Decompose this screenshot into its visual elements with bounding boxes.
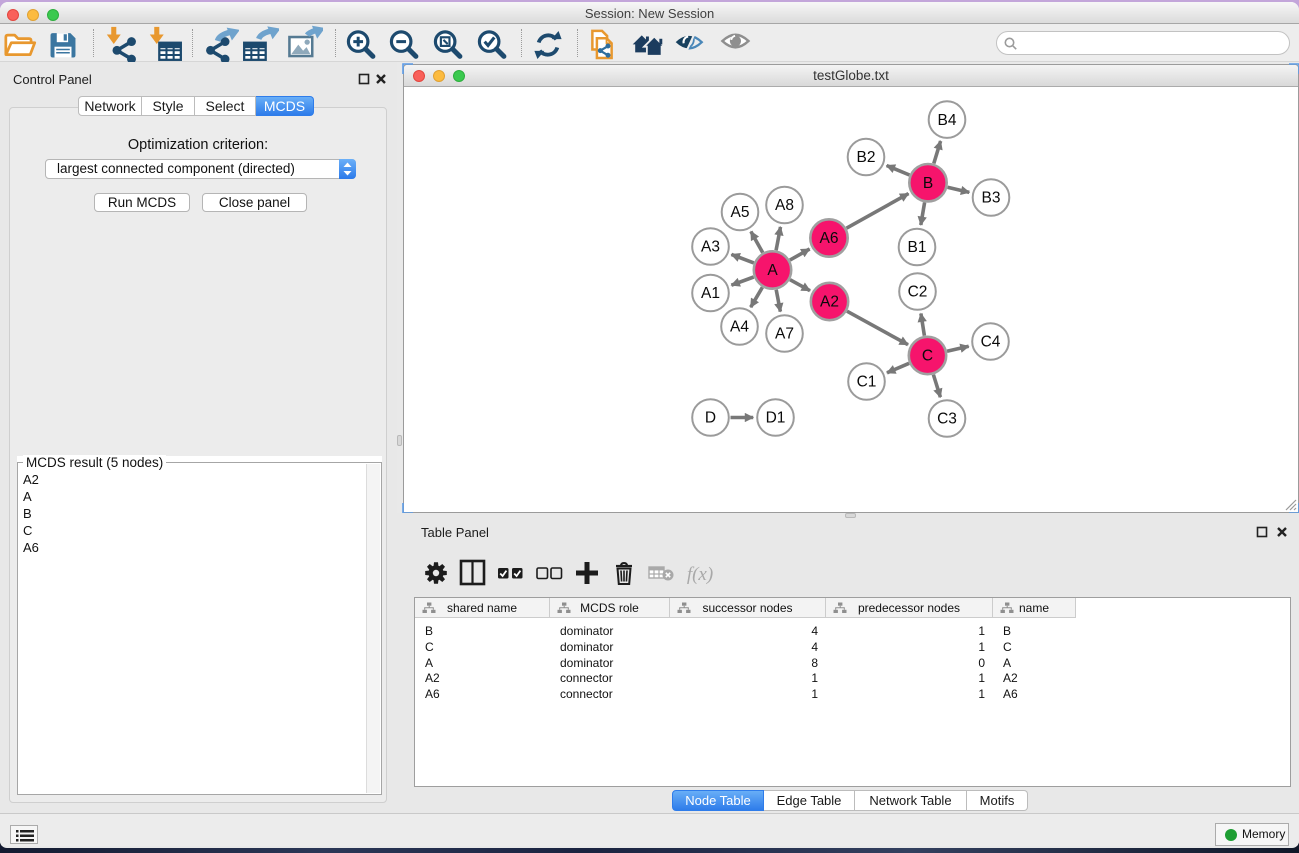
svg-text:A3: A3 bbox=[701, 239, 720, 256]
svg-text:B2: B2 bbox=[857, 149, 876, 166]
svg-text:A5: A5 bbox=[731, 204, 750, 221]
svg-text:B: B bbox=[923, 175, 933, 192]
svg-text:C1: C1 bbox=[857, 374, 877, 391]
svg-text:B1: B1 bbox=[908, 239, 927, 256]
svg-text:B3: B3 bbox=[982, 190, 1001, 207]
svg-text:A1: A1 bbox=[701, 285, 720, 302]
svg-text:C2: C2 bbox=[908, 284, 928, 301]
svg-text:D1: D1 bbox=[766, 410, 786, 427]
svg-text:A: A bbox=[767, 262, 778, 279]
svg-text:C3: C3 bbox=[937, 411, 957, 428]
svg-text:D: D bbox=[705, 410, 716, 427]
svg-text:A4: A4 bbox=[730, 319, 749, 336]
svg-text:B4: B4 bbox=[938, 112, 957, 129]
svg-text:A2: A2 bbox=[820, 294, 839, 311]
svg-text:f(x): f(x) bbox=[687, 564, 713, 585]
svg-text:C: C bbox=[922, 348, 933, 365]
svg-text:A6: A6 bbox=[820, 230, 839, 247]
svg-text:A8: A8 bbox=[775, 197, 794, 214]
svg-text:C4: C4 bbox=[981, 334, 1001, 351]
svg-text:A7: A7 bbox=[775, 326, 794, 343]
